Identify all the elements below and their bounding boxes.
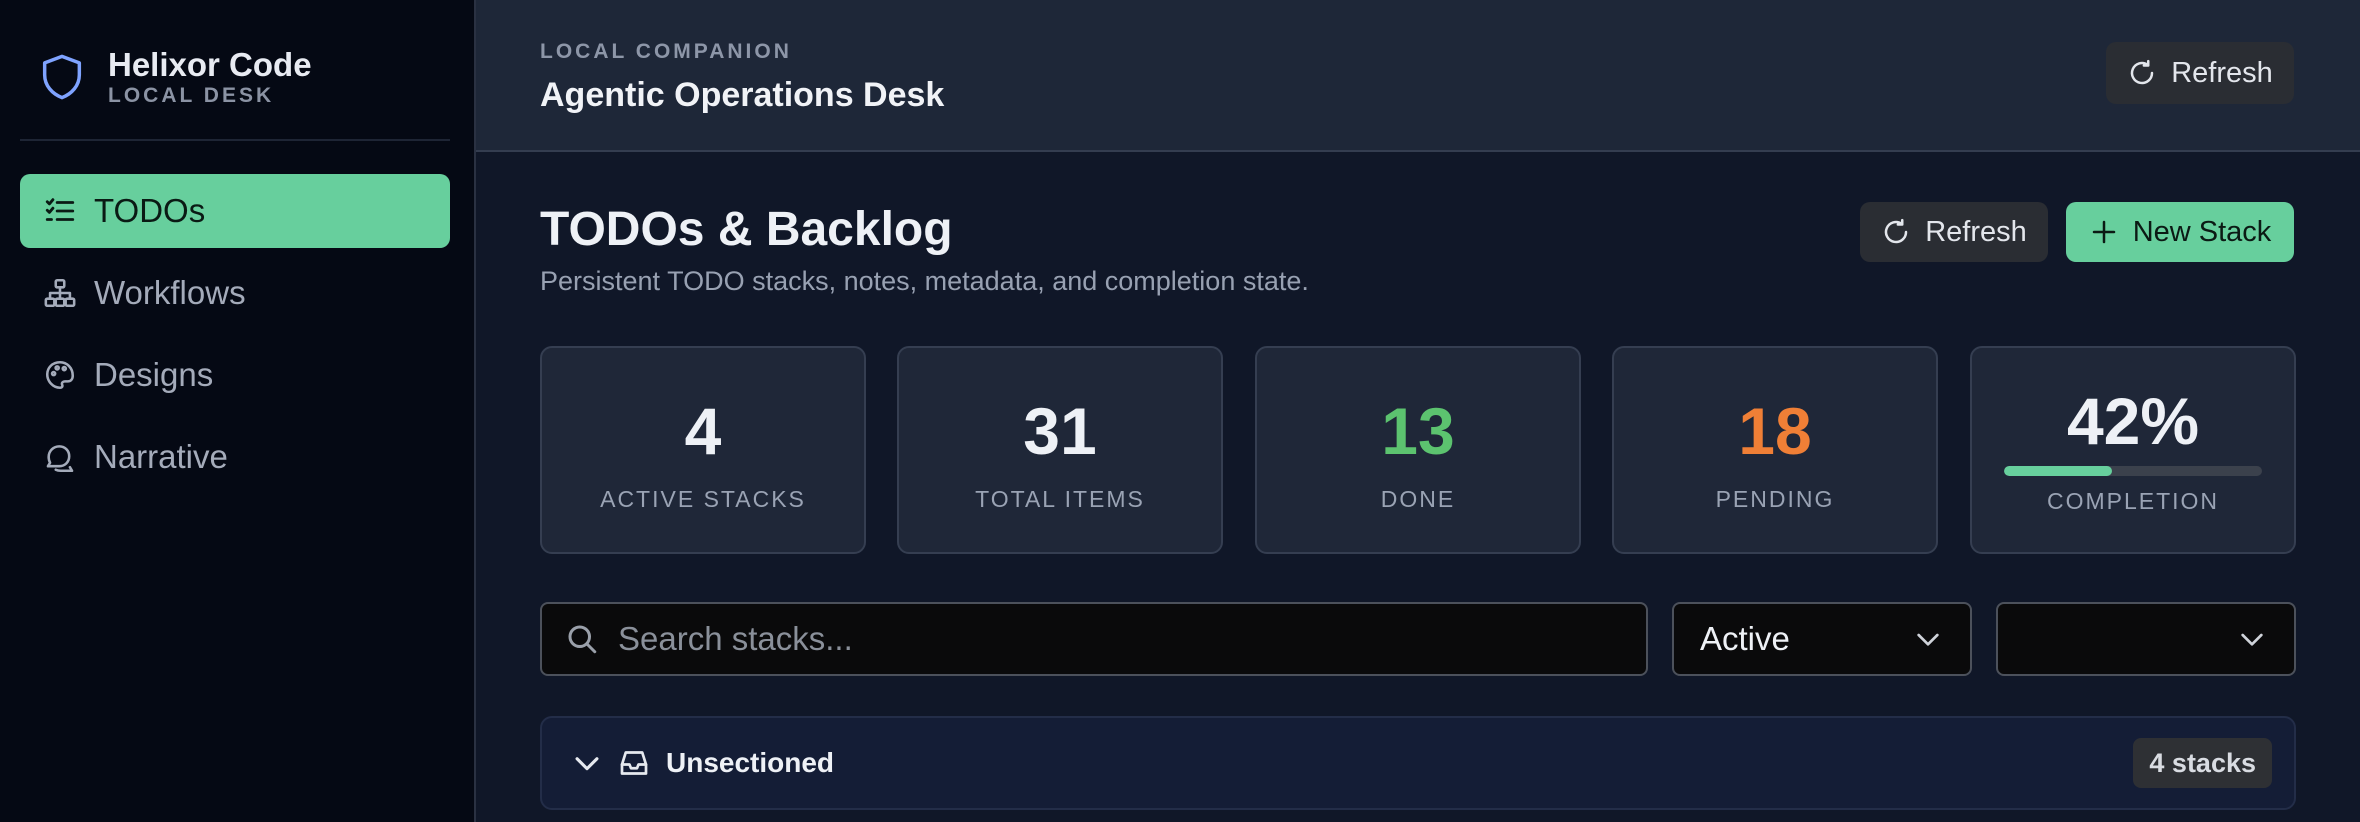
completion-progress-bar <box>2004 466 2262 476</box>
sidebar: Helixor Code LOCAL DESK TODOs Workflows … <box>0 0 476 822</box>
stat-label: ACTIVE STACKS <box>600 486 806 512</box>
status-filter-value: Active <box>1700 620 1790 657</box>
stat-value: 18 <box>1738 394 1812 468</box>
topbar-refresh-button[interactable]: Refresh <box>2106 42 2294 104</box>
topbar-title: Agentic Operations Desk <box>540 76 945 114</box>
list-check-icon <box>42 193 78 229</box>
stat-label: PENDING <box>1715 486 1835 512</box>
topbar-eyebrow: LOCAL COMPANION <box>540 40 792 63</box>
plus-icon <box>2092 220 2115 244</box>
top-bar: LOCAL COMPANION Agentic Operations Desk … <box>476 0 2360 152</box>
sidebar-item-label: Designs <box>94 356 214 393</box>
chat-bubbles-icon <box>42 439 78 475</box>
sidebar-item-narrative[interactable]: Narrative <box>20 420 450 494</box>
topbar-refresh-label: Refresh <box>2171 56 2273 89</box>
stat-done: 13 DONE <box>1255 346 1581 554</box>
refresh-icon <box>2131 59 2154 85</box>
stat-label: TOTAL ITEMS <box>975 486 1145 512</box>
refresh-label: Refresh <box>1925 215 2027 248</box>
app: Helixor Code LOCAL DESK TODOs Workflows … <box>0 0 2360 822</box>
stat-label: COMPLETION <box>2046 488 2220 514</box>
sidebar-nav: TODOs Workflows Designs Narrative <box>20 174 450 502</box>
main-content: LOCAL COMPANION Agentic Operations Desk … <box>476 0 2360 822</box>
brand-name: Helixor Code <box>108 46 312 83</box>
brand: Helixor Code LOCAL DESK <box>36 42 312 112</box>
stat-active-stacks: 4 ACTIVE STACKS <box>540 346 866 554</box>
stat-value: 13 <box>1381 394 1455 468</box>
palette-icon <box>42 357 78 393</box>
stat-completion: 42% COMPLETION <box>1970 346 2296 554</box>
stat-value: 4 <box>684 394 722 468</box>
sidebar-item-label: TODOs <box>94 192 206 229</box>
section-filter-select[interactable] <box>1996 602 2296 676</box>
chevron-down-icon <box>1917 633 1939 646</box>
search-input[interactable] <box>616 619 1596 659</box>
inbox-icon <box>620 751 648 775</box>
stat-total-items: 31 TOTAL ITEMS <box>897 346 1223 554</box>
sitemap-icon <box>42 275 78 311</box>
new-stack-button[interactable]: New Stack <box>2066 202 2294 262</box>
completion-progress-fill <box>2004 466 2113 476</box>
search-icon <box>568 625 597 654</box>
stat-value: 42% <box>2066 384 2200 458</box>
search-box[interactable] <box>540 602 1648 676</box>
sidebar-divider <box>20 139 450 141</box>
chevron-down-icon[interactable] <box>570 746 604 780</box>
section-label: Unsectioned <box>666 747 835 778</box>
brand-subtitle: LOCAL DESK <box>108 84 275 107</box>
sidebar-item-label: Narrative <box>94 438 228 475</box>
sidebar-item-workflows[interactable]: Workflows <box>20 256 450 330</box>
page-description: Persistent TODO stacks, notes, metadata,… <box>540 266 1309 296</box>
stat-value: 31 <box>1023 394 1097 468</box>
stat-pending: 18 PENDING <box>1612 346 1938 554</box>
stack-count-badge: 4 stacks <box>2133 738 2272 788</box>
status-filter-select[interactable]: Active <box>1672 602 1972 676</box>
section-header-unsectioned[interactable]: Unsectioned 4 stacks <box>540 716 2296 810</box>
stat-label: DONE <box>1380 486 1456 512</box>
refresh-button[interactable]: Refresh <box>1860 202 2048 262</box>
refresh-icon <box>1885 218 1908 244</box>
page-title: TODOs & Backlog <box>540 203 953 256</box>
chevron-down-icon <box>2241 633 2263 646</box>
sidebar-item-designs[interactable]: Designs <box>20 338 450 412</box>
sidebar-item-todos[interactable]: TODOs <box>20 174 450 248</box>
shield-icon <box>42 54 82 100</box>
sidebar-item-label: Workflows <box>94 274 246 311</box>
new-stack-label: New Stack <box>2132 215 2272 248</box>
